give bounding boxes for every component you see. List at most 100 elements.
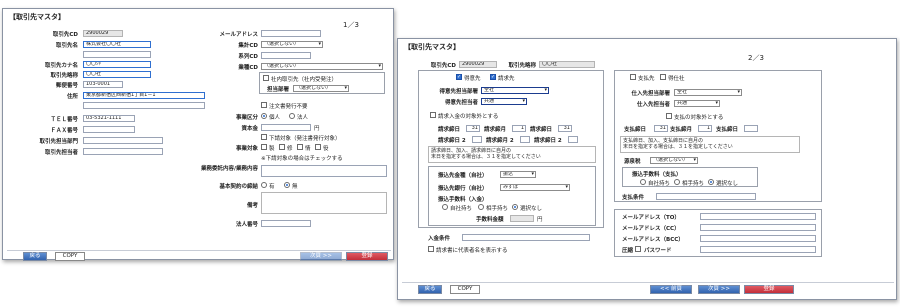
vendor-checkbox[interactable]: [660, 74, 666, 80]
pay-fee-self-radio[interactable]: [640, 179, 646, 185]
payment-note: 支払締日、加入、支払締日に自月の 末日を指定する場合は、３１を指定してください: [620, 136, 800, 153]
prev-page-button[interactable]: << 前頁: [650, 285, 692, 294]
withholding-select[interactable]: （選択しない） ▾: [650, 157, 698, 164]
keiretsu-cd-input[interactable]: [261, 52, 311, 59]
contract-no-radio[interactable]: [284, 182, 290, 188]
bill-exclude-label: 請求入金の対象外とする: [438, 114, 499, 120]
subcon-label: 下請対象（発注書発行対象）: [269, 136, 341, 142]
remarks-textarea[interactable]: [261, 192, 387, 214]
pay2-input[interactable]: [568, 136, 578, 143]
back-button[interactable]: 戻る: [23, 252, 47, 261]
corp-no-input[interactable]: [261, 220, 311, 227]
pay-due-label: 支払締月: [670, 127, 693, 133]
fee-self-radio[interactable]: [442, 204, 448, 210]
fee-other-radio[interactable]: [478, 204, 484, 210]
deposit-cond-input[interactable]: [462, 234, 590, 241]
bill-exclude-checkbox[interactable]: [430, 112, 436, 118]
billing-to-checkbox[interactable]: [490, 74, 496, 80]
order-dept-select[interactable]: 全社 ▾: [481, 87, 549, 94]
dept-input[interactable]: [83, 137, 163, 144]
due2-input[interactable]: [520, 136, 530, 143]
buy-dept-select[interactable]: 全社 ▾: [674, 89, 742, 96]
internal-trade-checkbox[interactable]: [263, 75, 269, 81]
pay-pay-input[interactable]: [744, 125, 758, 132]
transfer-method-select[interactable]: 振込 ▾: [500, 171, 536, 178]
master-window-page1: 【取引先マスタ】 1／3 取引先CD 2900029 取引先名 株式会社〇〇社 …: [2, 8, 394, 261]
copy-button[interactable]: COPY: [450, 285, 480, 294]
mail-input[interactable]: [261, 30, 321, 37]
address-input-2[interactable]: [83, 102, 205, 109]
biz-individual-radio[interactable]: [261, 113, 267, 119]
pay-cond-input[interactable]: [656, 193, 756, 200]
customer-kana-input[interactable]: 〇〇ｼｬ: [83, 61, 151, 68]
customer-name-input[interactable]: 株式会社〇〇社: [83, 41, 151, 48]
pay-close-input[interactable]: 31: [654, 125, 668, 132]
mail-to-input[interactable]: [700, 213, 816, 220]
pay-fee-none-radio[interactable]: [708, 179, 714, 185]
internal-trade-label: 社内取引先（社内受発注）: [271, 77, 338, 83]
billing-to-label: 請求先: [498, 76, 515, 82]
next-page-button[interactable]: 次頁 >>: [698, 285, 740, 294]
customer-short-field: 〇〇社: [539, 61, 595, 68]
pay-exclude-label: 支払の対象外とする: [674, 115, 724, 121]
pay-due-input[interactable]: 1: [698, 125, 712, 132]
order-person-select[interactable]: 共通 ▾: [481, 98, 527, 105]
fax-input[interactable]: [83, 126, 135, 133]
customer-name-input-2[interactable]: [83, 51, 151, 58]
page-indicator: 1／3: [343, 21, 359, 29]
password-input[interactable]: [700, 246, 816, 253]
biz-corp-radio[interactable]: [289, 113, 295, 119]
copy-button[interactable]: COPY: [55, 252, 85, 261]
fee-amount-input: [510, 215, 534, 222]
biz-content-input[interactable]: [261, 165, 387, 177]
capital-input[interactable]: [261, 124, 311, 131]
sub-target-checkbox-3[interactable]: [297, 144, 303, 150]
pay-fee-self-label: 自社持ち: [648, 181, 671, 187]
buy-person-select[interactable]: 共通 ▾: [674, 100, 720, 107]
tel-input[interactable]: 03-5321-1111: [83, 115, 135, 122]
sub-target-checkbox-2[interactable]: [279, 144, 285, 150]
customer-cd-label: 取引先CD: [430, 63, 456, 69]
transfer-bank-select[interactable]: みずほ ▾: [500, 184, 570, 191]
biz-individual-label: 個人: [269, 115, 281, 121]
customer-name-label: 取引先名: [55, 43, 78, 49]
customer-short-input[interactable]: 〇〇社: [83, 71, 151, 78]
close1-input[interactable]: 31: [466, 125, 480, 132]
order-to-checkbox[interactable]: [456, 74, 462, 80]
person-input[interactable]: [83, 148, 163, 155]
fee-self-label: 自社持ち: [450, 206, 473, 212]
sub-target-checkbox-1[interactable]: [261, 144, 267, 150]
fee-none-radio[interactable]: [512, 204, 518, 210]
close2-input[interactable]: [472, 136, 482, 143]
back-button[interactable]: 戻る: [418, 285, 442, 294]
no-order-checkbox[interactable]: [261, 102, 267, 108]
sub-target-label-1: 製: [269, 146, 275, 152]
next-page-button[interactable]: 次頁 >>: [300, 252, 342, 261]
register-button[interactable]: 登録: [346, 252, 388, 261]
pay1-label: 請求締日: [530, 127, 553, 133]
pay1-input[interactable]: 31: [558, 125, 572, 132]
rep-name-checkbox[interactable]: [428, 246, 434, 252]
address-input[interactable]: 東京都新宿区西新宿1丁目1－1: [83, 92, 205, 99]
subcon-checkbox[interactable]: [261, 134, 267, 140]
contract-yes-radio[interactable]: [261, 182, 267, 188]
no-order-label: 注文書発行不要: [269, 104, 308, 110]
sub-target-checkbox-4[interactable]: [315, 144, 321, 150]
chevron-down-icon: ▾: [693, 157, 696, 163]
register-button[interactable]: 登録: [744, 285, 794, 294]
mail-cc-input[interactable]: [700, 224, 816, 231]
withholding-label: 源泉税: [624, 159, 641, 165]
pay-exclude-checkbox[interactable]: [666, 113, 672, 119]
pay-fee-other-radio[interactable]: [674, 179, 680, 185]
zip-input[interactable]: 103-0001: [83, 81, 123, 88]
pay-to-checkbox[interactable]: [630, 74, 636, 80]
customer-cd-field: 2900029: [459, 61, 497, 68]
mail-bcc-input[interactable]: [700, 235, 816, 242]
industry-cd-select[interactable]: （選択しない） ▾: [261, 63, 383, 70]
due1-input[interactable]: 1: [512, 125, 526, 132]
group-cd-select[interactable]: （選択しない） ▾: [261, 41, 323, 48]
due1-label: 請求締月: [484, 127, 507, 133]
charge-dept-select[interactable]: （選択しない） ▾: [293, 85, 349, 92]
pay-fee-other-label: 相手持ち: [682, 181, 705, 187]
zip-checkbox[interactable]: [635, 246, 641, 252]
